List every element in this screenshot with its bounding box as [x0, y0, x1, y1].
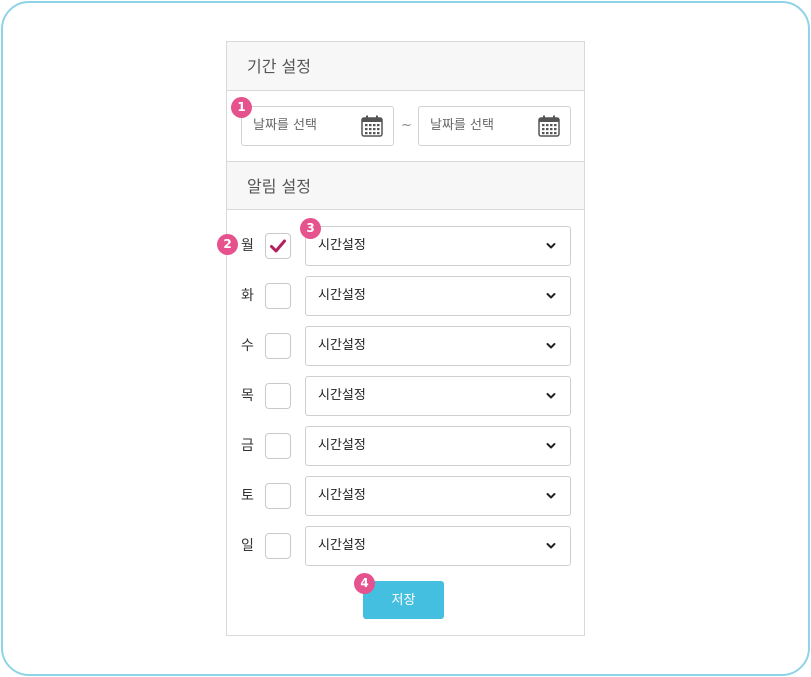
date-range-separator: ~	[401, 118, 412, 133]
period-settings-header: 기간 설정	[227, 42, 584, 91]
day-label: 화	[241, 288, 254, 304]
day-label: 금	[241, 438, 254, 454]
day-row: 화 시간설정	[227, 276, 584, 316]
day-checkbox[interactable]	[265, 483, 291, 509]
day-checkbox[interactable]	[265, 433, 291, 459]
save-button[interactable]: 저장	[363, 581, 444, 619]
day-label: 토	[241, 488, 254, 504]
end-date-input[interactable]: 날짜를 선택	[418, 106, 571, 146]
chevron-down-icon	[546, 493, 556, 499]
calendar-icon[interactable]	[361, 115, 383, 137]
time-select-value: 시간설정	[318, 438, 366, 453]
time-select[interactable]: 시간설정	[305, 526, 571, 566]
chevron-down-icon	[546, 343, 556, 349]
calendar-icon[interactable]	[538, 115, 560, 137]
time-select[interactable]: 시간설정	[305, 226, 571, 266]
time-select[interactable]: 시간설정	[305, 326, 571, 366]
day-label: 월	[241, 238, 254, 254]
time-select-value: 시간설정	[318, 538, 366, 553]
day-label: 수	[241, 338, 254, 354]
day-checkbox[interactable]	[265, 533, 291, 559]
end-date-placeholder: 날짜를 선택	[430, 118, 494, 133]
chevron-down-icon	[546, 293, 556, 299]
day-row: 수 시간설정	[227, 326, 584, 366]
step-badge-2: 2	[217, 234, 238, 255]
start-date-input[interactable]: 날짜를 선택	[241, 106, 394, 146]
time-select-value: 시간설정	[318, 338, 366, 353]
day-row: 월 시간설정	[227, 226, 584, 266]
checkmark-icon	[270, 239, 286, 253]
chevron-down-icon	[546, 443, 556, 449]
start-date-placeholder: 날짜를 선택	[253, 118, 317, 133]
day-row: 토 시간설정	[227, 476, 584, 516]
day-label: 목	[241, 388, 254, 404]
time-select-value: 시간설정	[318, 288, 366, 303]
settings-panel: 기간 설정 날짜를 선택 ~ 날짜를 선택 알림 설정 월 시간설정 화 시간설…	[226, 41, 585, 636]
alarm-settings-header: 알림 설정	[227, 161, 584, 210]
time-select-value: 시간설정	[318, 238, 366, 253]
time-select[interactable]: 시간설정	[305, 376, 571, 416]
chevron-down-icon	[546, 243, 556, 249]
day-checkbox[interactable]	[265, 233, 291, 259]
day-row: 일 시간설정	[227, 526, 584, 566]
day-row: 목 시간설정	[227, 376, 584, 416]
day-label: 일	[241, 538, 254, 554]
chevron-down-icon	[546, 393, 556, 399]
time-select[interactable]: 시간설정	[305, 276, 571, 316]
time-select[interactable]: 시간설정	[305, 476, 571, 516]
step-badge-3: 3	[300, 218, 321, 239]
chevron-down-icon	[546, 543, 556, 549]
time-select[interactable]: 시간설정	[305, 426, 571, 466]
step-badge-1: 1	[231, 97, 252, 118]
day-row: 금 시간설정	[227, 426, 584, 466]
time-select-value: 시간설정	[318, 388, 366, 403]
day-checkbox[interactable]	[265, 283, 291, 309]
day-checkbox[interactable]	[265, 333, 291, 359]
time-select-value: 시간설정	[318, 488, 366, 503]
step-badge-4: 4	[354, 573, 375, 594]
day-checkbox[interactable]	[265, 383, 291, 409]
